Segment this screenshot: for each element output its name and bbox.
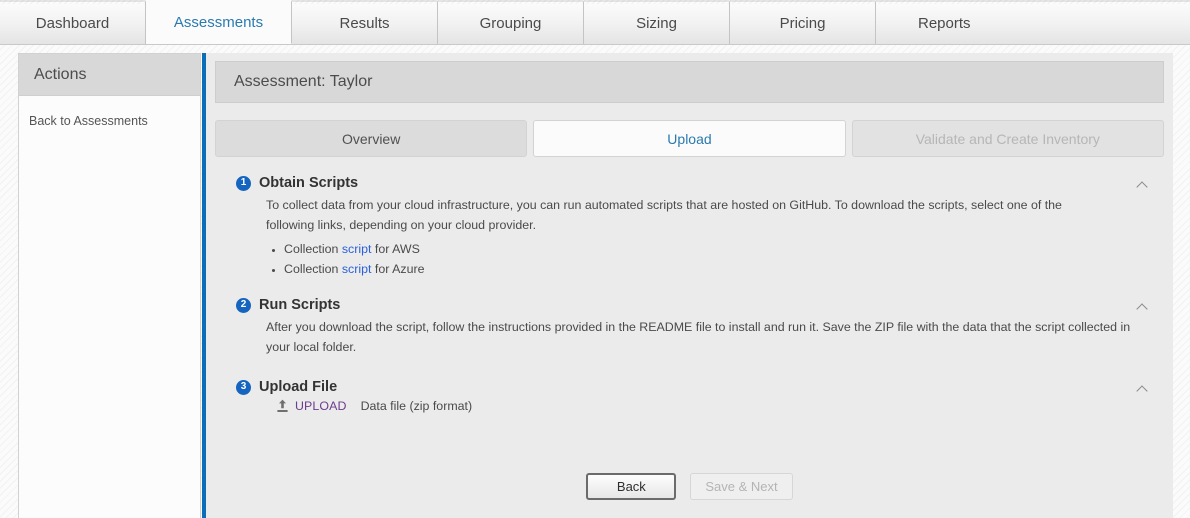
nav-tab-label: Dashboard [35, 14, 110, 32]
step-header: 2 Run Scripts [215, 297, 1164, 313]
page-shell: Actions Back to Assessments Assessment: … [18, 45, 1173, 518]
main-content-panel: Assessment: Taylor Overview Upload Valid… [206, 53, 1173, 518]
bullet-suffix: for Azure [371, 262, 425, 276]
bullet-prefix: Collection [284, 262, 342, 276]
upload-icon [276, 399, 289, 413]
nav-tab-label: Results [339, 14, 390, 32]
nav-tab-label: Grouping [479, 14, 542, 32]
list-item: Collection script for Azure [284, 259, 1094, 279]
nav-tab-pricing[interactable]: Pricing [730, 0, 876, 44]
back-button[interactable]: Back [586, 473, 677, 500]
main-navigation: Dashboard Assessments Results Grouping S… [0, 0, 1190, 45]
step-run-scripts: 2 Run Scripts After you download the scr… [215, 297, 1164, 357]
nav-tab-label: Assessments [173, 14, 264, 31]
tab-label: Overview [341, 130, 401, 147]
nav-tab-assessments[interactable]: Assessments [146, 0, 292, 44]
nav-tab-reports[interactable]: Reports [876, 0, 1190, 44]
tab-validate-and-create-inventory: Validate and Create Inventory [851, 120, 1164, 157]
step-obtain-scripts: 1 Obtain Scripts To collect data from yo… [215, 175, 1164, 279]
wizard-steps: 1 Obtain Scripts To collect data from yo… [215, 175, 1164, 413]
upload-control: UPLOAD Data file (zip format) [266, 399, 1094, 413]
step-title: Run Scripts [259, 297, 341, 313]
upload-button[interactable]: UPLOAD [295, 399, 347, 413]
bullet-prefix: Collection [284, 242, 342, 256]
page-title-text: Assessment: Taylor [234, 73, 373, 90]
page-title: Assessment: Taylor [215, 61, 1164, 103]
chevron-up-icon[interactable] [1136, 179, 1150, 189]
sidebar-title: Actions [19, 54, 200, 96]
step-number-badge: 2 [236, 297, 251, 313]
sidebar-item-back-to-assessments[interactable]: Back to Assessments [29, 112, 200, 130]
step-description: After you download the script, follow th… [266, 320, 1131, 354]
nav-tab-label: Reports [918, 14, 971, 32]
wizard-footer: Back Save & Next [206, 473, 1173, 500]
tab-upload[interactable]: Upload [533, 120, 846, 157]
list-item: Collection script for AWS [284, 239, 1094, 259]
tab-overview[interactable]: Overview [215, 120, 528, 157]
chevron-up-icon[interactable] [1136, 301, 1150, 311]
aws-script-link[interactable]: script [342, 242, 372, 256]
step-header: 3 Upload File [215, 379, 1164, 395]
bullet-suffix: for AWS [371, 242, 420, 256]
nav-tab-dashboard[interactable]: Dashboard [0, 0, 146, 44]
step-description: To collect data from your cloud infrastr… [266, 198, 1062, 232]
upload-hint: Data file (zip format) [360, 399, 473, 413]
step-number-badge: 1 [236, 175, 251, 191]
nav-tab-grouping[interactable]: Grouping [438, 0, 584, 44]
step-body: To collect data from your cloud infrastr… [215, 195, 1164, 279]
nav-tab-results[interactable]: Results [292, 0, 438, 44]
step-number-badge: 3 [236, 379, 251, 395]
wizard-tabs: Overview Upload Validate and Create Inve… [215, 120, 1164, 157]
step-body: After you download the script, follow th… [215, 317, 1164, 357]
tab-label: Validate and Create Inventory [915, 130, 1100, 147]
step-title: Obtain Scripts [259, 175, 359, 191]
step-title: Upload File [259, 379, 338, 395]
sidebar-item-label: Back to Assessments [29, 114, 148, 128]
nav-tab-sizing[interactable]: Sizing [584, 0, 730, 44]
tab-label: Upload [667, 130, 712, 147]
script-link-list: Collection script for AWS Collection scr… [266, 239, 1094, 279]
chevron-up-icon[interactable] [1136, 383, 1150, 393]
save-and-next-button: Save & Next [690, 473, 793, 500]
actions-sidebar: Actions Back to Assessments [18, 53, 201, 518]
azure-script-link[interactable]: script [342, 262, 372, 276]
step-header: 1 Obtain Scripts [215, 175, 1164, 191]
nav-tab-label: Pricing [779, 14, 826, 32]
step-body: UPLOAD Data file (zip format) [215, 399, 1164, 413]
sidebar-link-list: Back to Assessments [19, 96, 200, 130]
step-upload-file: 3 Upload File UPLOAD Data file (zip form… [215, 379, 1164, 413]
nav-tab-label: Sizing [636, 14, 677, 32]
